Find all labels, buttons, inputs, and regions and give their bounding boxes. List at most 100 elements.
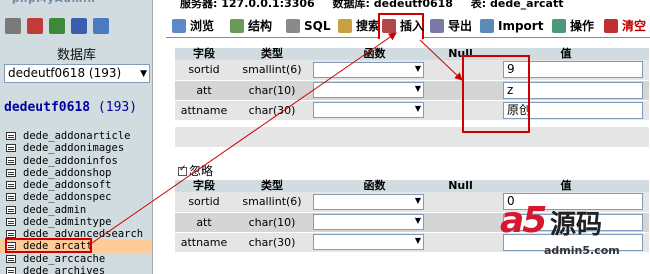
- function-select[interactable]: ▼: [313, 234, 424, 250]
- table-icon[interactable]: [6, 205, 16, 214]
- nav-scrollbar[interactable]: [152, 0, 153, 274]
- table-icon[interactable]: [6, 266, 16, 274]
- table-name[interactable]: dede_arccache: [23, 253, 105, 265]
- field-type: char(10): [233, 212, 311, 233]
- field-name: attname: [175, 232, 233, 253]
- field-type: smallint(6): [233, 192, 311, 213]
- function-select[interactable]: ▼: [313, 61, 424, 78]
- table-name[interactable]: dede_archives: [23, 265, 105, 274]
- function-select[interactable]: ▼: [313, 214, 424, 230]
- watermark-logo: a5 源码 admin5.com: [500, 198, 648, 272]
- tab-sql[interactable]: SQL: [284, 15, 331, 37]
- tab-bar: 浏览 结构 SQL 搜索 插入 导出 Import 操作 清空: [166, 12, 650, 39]
- table-row: attname char(30) ▼ 原创: [175, 100, 649, 121]
- function-select[interactable]: ▼: [313, 193, 424, 210]
- left-navigation-frame: phpMyAdmin 数据库 dedeutf0618 (193) ▼ dedeu…: [0, 0, 153, 274]
- table-list-item[interactable]: dede_addonshop: [0, 167, 153, 179]
- structure-icon: [230, 19, 244, 33]
- phpmyadmin-logo: phpMyAdmin: [0, 0, 140, 8]
- tab-empty[interactable]: 清空: [602, 15, 646, 37]
- insert-icon: [382, 19, 396, 33]
- header-field: 字段: [175, 48, 233, 60]
- watermark-name: 源码: [550, 210, 603, 240]
- tab-structure[interactable]: 结构: [228, 15, 272, 37]
- table-icon[interactable]: [6, 230, 16, 238]
- watermark-brand: a5: [500, 200, 547, 241]
- tab-browse[interactable]: 浏览: [170, 15, 214, 37]
- table-list-item[interactable]: dede_arccache: [0, 253, 153, 265]
- ignore-checkbox[interactable]: [178, 164, 187, 176]
- database-heading[interactable]: dedeutf0618 (193): [4, 100, 137, 115]
- table-list-item[interactable]: dede_admintype: [0, 216, 153, 228]
- table-icon[interactable]: [6, 168, 16, 177]
- table-icon[interactable]: [6, 132, 16, 140]
- table-icon[interactable]: [6, 254, 16, 263]
- field-name: sortid: [175, 60, 233, 81]
- table-list-item[interactable]: dede_addonspec: [0, 191, 153, 203]
- tab-label: 清空: [622, 19, 647, 33]
- table-list-item[interactable]: dede_addonsoft: [0, 179, 153, 191]
- tab-operations[interactable]: 操作: [550, 15, 594, 37]
- table-icon[interactable]: [6, 144, 16, 153]
- null-cell: [438, 232, 483, 253]
- table-icon[interactable]: [6, 156, 16, 165]
- search-icon: [338, 19, 352, 33]
- ignore-checkbox-row[interactable]: 忽略: [178, 162, 213, 179]
- sql-query-icon[interactable]: [49, 18, 65, 34]
- header-function: 函数: [311, 180, 438, 192]
- table-name[interactable]: dede_addonsoft: [23, 179, 112, 191]
- table-name[interactable]: dede_addonshop: [23, 167, 112, 179]
- tab-label: 结构: [248, 19, 273, 33]
- tab-label: 插入: [400, 19, 425, 33]
- tab-label: SQL: [304, 19, 331, 33]
- header-field: 字段: [175, 180, 233, 192]
- tab-import[interactable]: Import: [478, 15, 543, 37]
- table-name[interactable]: dede_addonspec: [23, 191, 112, 203]
- database-name[interactable]: dedeutf0618: [4, 100, 90, 115]
- form-footer-1: [175, 127, 649, 147]
- field-type: smallint(6): [233, 60, 311, 81]
- breadcrumb-table[interactable]: 表: dede_arcatt: [471, 0, 564, 10]
- mysql-docs-icon[interactable]: [93, 18, 109, 34]
- function-select[interactable]: ▼: [313, 82, 424, 98]
- docs-icon[interactable]: [71, 18, 87, 34]
- database-select-value: dedeutf0618 (193): [8, 66, 122, 80]
- table-list-item[interactable]: dede_addonimages: [0, 142, 153, 154]
- table-list-item[interactable]: dede_archives: [0, 265, 153, 274]
- tab-search[interactable]: 搜索: [336, 15, 380, 37]
- table-icon[interactable]: [6, 217, 16, 226]
- chevron-down-icon: ▼: [414, 236, 421, 245]
- database-select[interactable]: dedeutf0618 (193) ▼: [4, 64, 150, 83]
- field-type: char(10): [233, 80, 311, 101]
- home-icon[interactable]: [5, 18, 21, 34]
- table-name[interactable]: dede_admin: [23, 204, 86, 216]
- header-null: Null: [438, 180, 483, 192]
- table-list-item[interactable]: dede_addoninfos: [0, 155, 153, 167]
- table-icon[interactable]: [6, 181, 16, 189]
- breadcrumb: 服务器: 127.0.0.1:3306 数据库: dedeutf0618 表: …: [166, 0, 650, 10]
- function-select[interactable]: ▼: [313, 102, 424, 118]
- annotation-value-box: [462, 55, 530, 133]
- tab-label: 搜索: [356, 19, 381, 33]
- breadcrumb-server[interactable]: 服务器: 127.0.0.1:3306: [180, 0, 315, 10]
- breadcrumb-database[interactable]: 数据库: dedeutf0618: [333, 0, 453, 10]
- table-name[interactable]: dede_addoninfos: [23, 155, 118, 167]
- field-name: attname: [175, 100, 233, 121]
- table-name[interactable]: dede_addonarticle: [23, 130, 130, 142]
- field-name: att: [175, 212, 233, 233]
- sql-icon: [286, 19, 300, 33]
- table-icon[interactable]: [6, 193, 16, 202]
- chevron-down-icon: ▼: [414, 63, 421, 73]
- query-window-icon[interactable]: [27, 18, 43, 34]
- header-type: 类型: [233, 48, 311, 60]
- chevron-down-icon: ▼: [414, 84, 421, 93]
- operations-icon: [552, 19, 566, 33]
- table-list-item[interactable]: dede_admin: [0, 204, 153, 216]
- export-icon: [430, 19, 444, 33]
- tab-export[interactable]: 导出: [428, 15, 472, 37]
- table-name[interactable]: dede_admintype: [23, 216, 112, 228]
- table-name[interactable]: dede_addonimages: [23, 142, 124, 154]
- table-list-item[interactable]: dede_addonarticle: [0, 130, 153, 142]
- field-type: char(30): [233, 232, 311, 253]
- tab-insert[interactable]: 插入: [378, 13, 424, 39]
